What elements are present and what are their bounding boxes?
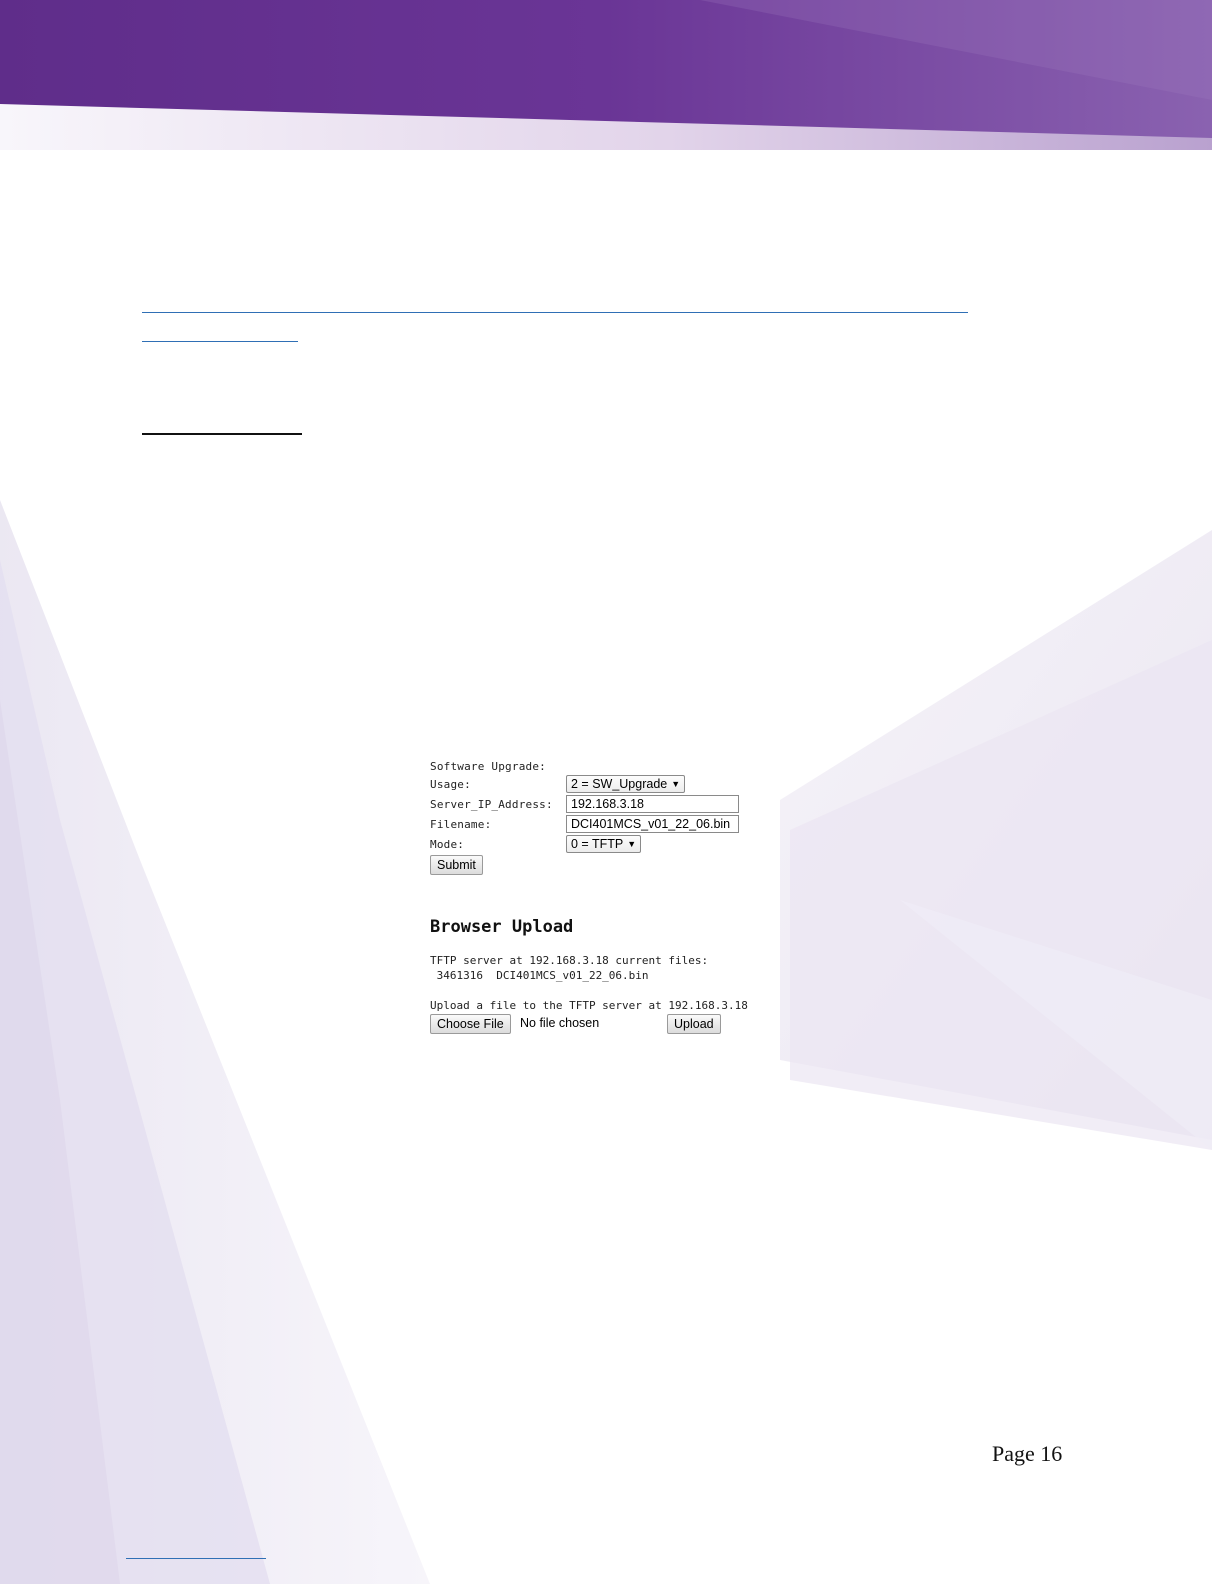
link-underline-2[interactable] xyxy=(142,341,298,342)
heading-rule xyxy=(142,433,302,435)
link-underline-1[interactable] xyxy=(142,312,968,313)
software-upgrade-screenshot: Software Upgrade: Usage: 2 = SW_Upgrade ▼… xyxy=(430,758,790,1036)
filename-input[interactable]: DCI401MCS_v01_22_06.bin xyxy=(566,815,739,833)
mode-selected-value: 0 = TFTP xyxy=(571,837,624,851)
filename-label: Filename: xyxy=(430,818,492,831)
no-file-chosen-text: No file chosen xyxy=(520,1016,600,1030)
usage-select[interactable]: 2 = SW_Upgrade ▼ xyxy=(566,775,686,793)
tftp-file-entry: 3461316 DCI401MCS_v01_22_06.bin xyxy=(430,969,649,982)
server-ip-label: Server_IP_Address: xyxy=(430,798,553,811)
dropdown-arrow-icon: ▼ xyxy=(671,779,681,789)
server-ip-input[interactable]: 192.168.3.18 xyxy=(566,795,739,813)
submit-button[interactable]: Submit xyxy=(430,855,483,875)
page-number: Page 16 xyxy=(992,1441,1063,1466)
upload-button[interactable]: Upload xyxy=(667,1014,721,1034)
mode-label: Mode: xyxy=(430,838,465,851)
upload-prompt: Upload a file to the TFTP server at 192.… xyxy=(430,999,748,1012)
tftp-files-line: TFTP server at 192.168.3.18 current file… xyxy=(430,954,709,967)
usage-selected-value: 2 = SW_Upgrade xyxy=(571,777,668,791)
browser-upload-heading: Browser Upload xyxy=(430,917,574,937)
dropdown-arrow-icon: ▼ xyxy=(627,839,637,849)
choose-file-button[interactable]: Choose File xyxy=(430,1014,511,1034)
mode-select[interactable]: 0 = TFTP ▼ xyxy=(566,835,642,853)
footer-link-underline[interactable] xyxy=(126,1558,266,1559)
form-title: Software Upgrade: xyxy=(430,760,546,773)
usage-label: Usage: xyxy=(430,778,471,791)
